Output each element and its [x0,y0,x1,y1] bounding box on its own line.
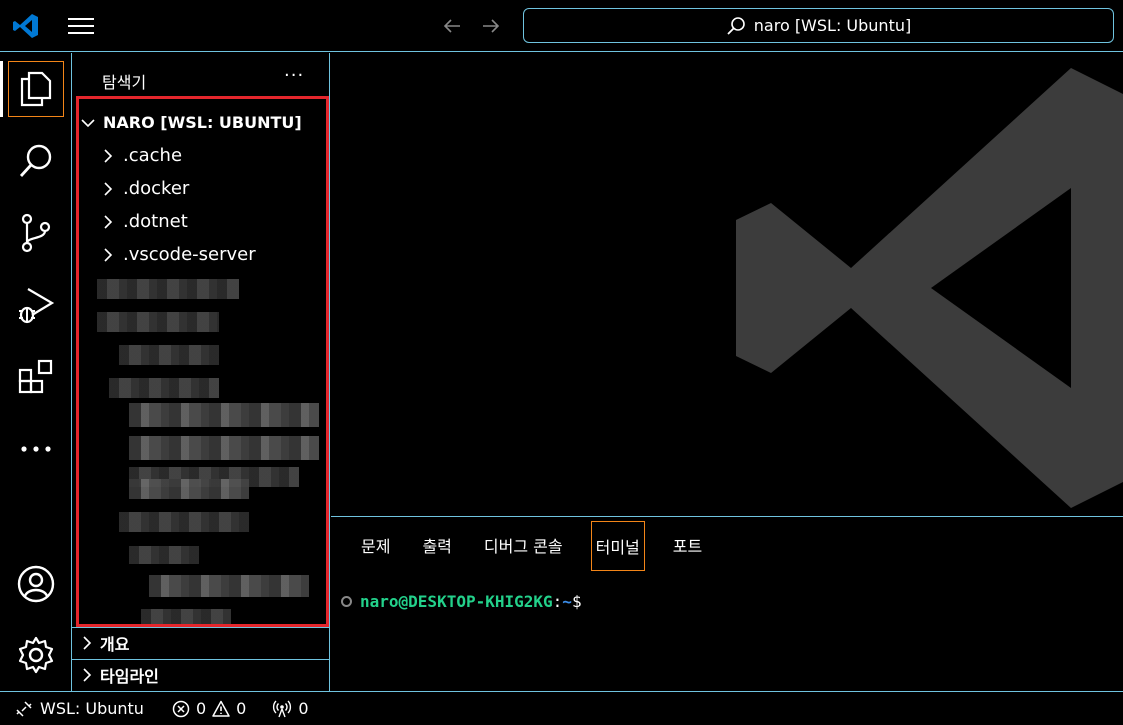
tab-ports[interactable]: 포트 [673,521,702,571]
explorer-sidebar: 탐색기 ··· NARO [WSL: UBUNTU] .cache .docke… [72,53,330,691]
tree-item-label: .docker [123,178,190,199]
error-count: 0 [195,699,207,718]
chevron-right-icon [104,214,113,229]
tab-debug-console[interactable]: 디버그 콘솔 [484,521,563,571]
tab-terminal[interactable]: 터미널 [590,521,645,571]
tree-item-label: .vscode-server [123,244,256,265]
tab-output[interactable]: 출력 [422,521,451,571]
editor-area [331,53,1123,516]
activity-bar [0,53,72,691]
terminal-path: ~ [562,592,572,611]
redacted-tree-item [149,575,309,597]
terminal-user-host: naro@DESKTOP-KHIG2KG [360,592,553,611]
bottom-panel: 문제 출력 디버그 콘솔 터미널 포트 naro@DESKTOP-KHIG2KG… [331,516,1123,691]
search-icon [19,144,52,177]
panel-tabs: 문제 출력 디버그 콘솔 터미널 포트 [361,521,734,571]
sidebar-more-actions[interactable]: ··· [284,65,304,86]
vscode-watermark-icon [736,68,1123,508]
tree-item-docker[interactable]: .docker [103,178,189,199]
active-indicator [0,61,3,117]
redacted-tree-item [129,546,199,564]
timeline-label: 타임라인 [100,666,159,686]
account-icon [17,565,55,603]
redacted-tree-item [97,279,239,299]
menu-hamburger-icon[interactable] [68,18,94,36]
chevron-down-icon [81,118,95,127]
manage-settings-button[interactable] [8,627,64,683]
command-center-search[interactable]: naro [WSL: Ubuntu] [523,8,1114,43]
source-control-button[interactable] [8,205,64,261]
status-bar: WSL: Ubuntu 0 0 0 [0,691,1123,725]
search-icon [727,16,745,35]
remote-label: WSL: Ubuntu [40,699,144,718]
more-views-button[interactable] [8,421,64,477]
workspace-root-folder[interactable]: NARO [WSL: UBUNTU] [81,113,302,132]
outline-label: 개요 [100,634,130,654]
redacted-tree-item [119,512,249,532]
redacted-tree-item [119,345,219,365]
problems-indicator[interactable]: 0 0 [172,699,246,718]
ports-indicator[interactable]: 0 [272,699,309,718]
tree-item-label: .dotnet [123,211,188,232]
chevron-right-icon [104,247,113,262]
chevron-right-icon [83,635,92,650]
extensions-icon [18,359,53,394]
sidebar-title: 탐색기 [102,73,147,92]
search-button[interactable] [8,133,64,189]
remote-indicator[interactable]: WSL: Ubuntu [16,699,144,718]
tree-item-label: .cache [123,145,183,166]
vscode-logo-icon [13,14,38,38]
redacted-tree-item [129,403,319,427]
chevron-right-icon [104,181,113,196]
explorer-icon [20,71,52,107]
broadcast-icon [273,700,292,717]
back-arrow-icon[interactable] [440,14,464,38]
remote-icon [16,700,32,717]
settings-gear-icon [18,636,54,674]
workspace-root-label: NARO [WSL: UBUNTU] [103,113,302,132]
terminal-prompt-symbol: $ [571,592,582,611]
redacted-tree-item [129,479,249,499]
redacted-tree-item [97,312,219,332]
redacted-tree-item [109,378,219,398]
outline-section[interactable]: 개요 [72,627,330,657]
redacted-tree-item [129,436,319,460]
title-bar: naro [WSL: Ubuntu] [0,0,1123,52]
terminal-prompt-line[interactable]: naro@DESKTOP-KHIG2KG:~$ [341,592,582,611]
warning-icon [212,700,230,717]
tab-problems[interactable]: 문제 [361,521,390,571]
explorer-button[interactable] [8,61,64,117]
tree-item-cache[interactable]: .cache [103,145,182,166]
command-status-dot-icon [341,596,352,607]
timeline-section[interactable]: 타임라인 [72,659,330,689]
ports-count: 0 [298,699,309,718]
forward-arrow-icon[interactable] [479,14,503,38]
run-debug-icon [19,288,55,324]
search-text: naro [WSL: Ubuntu] [753,16,912,35]
tree-item-vscode-server[interactable]: .vscode-server [103,244,256,265]
error-icon [172,700,190,717]
run-debug-button[interactable] [8,277,64,333]
terminal-colon: : [552,592,563,611]
extensions-button[interactable] [8,349,64,405]
explorer-highlight-box: NARO [WSL: UBUNTU] .cache .docker .dotne… [76,96,329,627]
source-control-icon [21,213,51,253]
chevron-right-icon [104,148,113,163]
redacted-tree-item [141,609,231,624]
tree-item-dotnet[interactable]: .dotnet [103,211,188,232]
more-icon [21,446,51,452]
warning-count: 0 [236,699,247,718]
accounts-button[interactable] [8,556,64,612]
chevron-right-icon [83,667,92,682]
